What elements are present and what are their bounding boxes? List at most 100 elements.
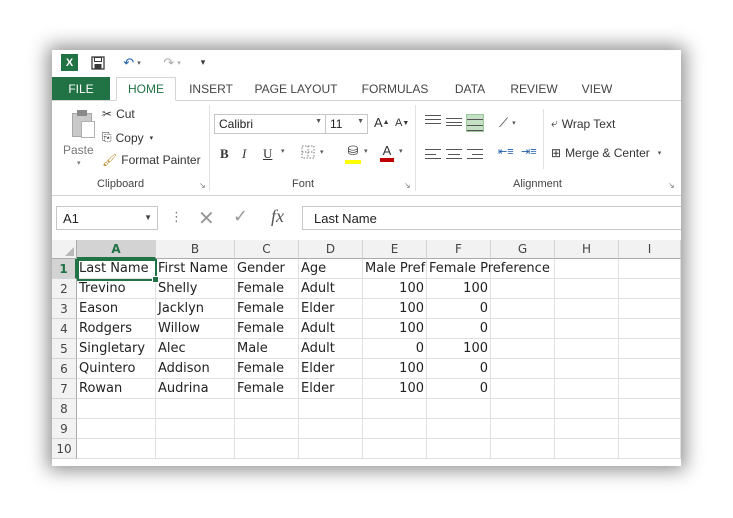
cell-c2[interactable]: Female	[235, 279, 299, 299]
cell-c8[interactable]	[235, 399, 299, 419]
cell-e2[interactable]: 100	[363, 279, 427, 299]
cell-f4[interactable]: 0	[427, 319, 491, 339]
cell-a4[interactable]: Rodgers	[77, 319, 156, 339]
cell-e3[interactable]: 100	[363, 299, 427, 319]
name-box[interactable]: A1 ▼	[56, 206, 158, 230]
align-center-button[interactable]	[446, 149, 462, 159]
cell-b5[interactable]: Alec	[156, 339, 235, 359]
cell-d5[interactable]: Adult	[299, 339, 363, 359]
underline-dropdown-icon[interactable]: ▾	[281, 147, 285, 155]
increase-font-button[interactable]: A ▲	[374, 115, 390, 130]
redo-icon[interactable]: ↷ ▾	[158, 54, 186, 72]
cell-f2[interactable]: 100	[427, 279, 491, 299]
orientation-button[interactable]: ⟋ ▾	[499, 115, 516, 131]
cell-h3[interactable]	[555, 299, 619, 319]
cell-f5[interactable]: 100	[427, 339, 491, 359]
underline-button[interactable]: U	[263, 146, 272, 162]
align-left-button[interactable]	[425, 149, 441, 159]
cell-b3[interactable]: Jacklyn	[156, 299, 235, 319]
cell-c9[interactable]	[235, 419, 299, 439]
column-header-b[interactable]: B	[156, 240, 235, 259]
column-header-f[interactable]: F	[427, 240, 491, 259]
font-size-combo[interactable]: 11 ▼	[325, 114, 368, 134]
cell-g4[interactable]	[491, 319, 555, 339]
wrap-text-button[interactable]: ⤶ Wrap Text	[551, 116, 615, 131]
cell-a7[interactable]: Rowan	[77, 379, 156, 399]
enter-icon[interactable]: ✓	[233, 206, 248, 227]
cell-h7[interactable]	[555, 379, 619, 399]
row-header-6[interactable]: 6	[52, 359, 77, 379]
cell-d10[interactable]	[299, 439, 363, 459]
row-header-10[interactable]: 10	[52, 439, 77, 459]
column-header-h[interactable]: H	[555, 240, 619, 259]
cell-g7[interactable]	[491, 379, 555, 399]
cell-g8[interactable]	[491, 399, 555, 419]
cell-a10[interactable]	[77, 439, 156, 459]
row-header-7[interactable]: 7	[52, 379, 77, 399]
cell-i5[interactable]	[619, 339, 681, 359]
cell-c1[interactable]: Gender	[235, 259, 299, 279]
cell-c7[interactable]: Female	[235, 379, 299, 399]
cell-b10[interactable]	[156, 439, 235, 459]
font-name-combo[interactable]: Calibri ▼	[214, 114, 326, 134]
italic-button[interactable]: I	[242, 146, 246, 162]
cut-button[interactable]: ✂ Cut	[102, 107, 135, 121]
fill-color-button[interactable]: ⛁	[345, 143, 361, 164]
cell-c3[interactable]: Female	[235, 299, 299, 319]
cell-h4[interactable]	[555, 319, 619, 339]
cell-d1[interactable]: Age	[299, 259, 363, 279]
cell-h10[interactable]	[555, 439, 619, 459]
cell-d2[interactable]: Adult	[299, 279, 363, 299]
tab-file[interactable]: FILE	[52, 77, 110, 101]
cell-g2[interactable]	[491, 279, 555, 299]
row-header-3[interactable]: 3	[52, 299, 77, 319]
cell-a8[interactable]	[77, 399, 156, 419]
cell-a5[interactable]: Singletary	[77, 339, 156, 359]
tab-home[interactable]: HOME	[116, 77, 176, 101]
cell-b9[interactable]	[156, 419, 235, 439]
cell-i9[interactable]	[619, 419, 681, 439]
cell-d7[interactable]: Elder	[299, 379, 363, 399]
cell-f1[interactable]: Female Preference	[427, 259, 550, 279]
cell-h1[interactable]	[555, 259, 619, 279]
row-header-8[interactable]: 8	[52, 399, 77, 419]
cell-e9[interactable]	[363, 419, 427, 439]
font-color-dropdown-icon[interactable]: ▾	[399, 147, 403, 155]
column-header-e[interactable]: E	[363, 240, 427, 259]
cell-c6[interactable]: Female	[235, 359, 299, 379]
cell-e6[interactable]: 100	[363, 359, 427, 379]
tab-data[interactable]: DATA	[447, 77, 493, 101]
cell-h6[interactable]	[555, 359, 619, 379]
cell-i2[interactable]	[619, 279, 681, 299]
cell-b8[interactable]	[156, 399, 235, 419]
align-middle-button[interactable]	[446, 118, 462, 126]
cell-b4[interactable]: Willow	[156, 319, 235, 339]
cell-d6[interactable]: Elder	[299, 359, 363, 379]
font-color-button[interactable]: A	[380, 143, 394, 162]
cell-g9[interactable]	[491, 419, 555, 439]
tab-page-layout[interactable]: PAGE LAYOUT	[250, 77, 342, 101]
decrease-indent-button[interactable]: ⇤≡	[498, 145, 514, 158]
cell-e5[interactable]: 0	[363, 339, 427, 359]
cell-h2[interactable]	[555, 279, 619, 299]
cell-b2[interactable]: Shelly	[156, 279, 235, 299]
cell-a6[interactable]: Quintero	[77, 359, 156, 379]
cell-g6[interactable]	[491, 359, 555, 379]
insert-function-icon[interactable]: fx	[271, 206, 284, 227]
cell-g10[interactable]	[491, 439, 555, 459]
cell-i6[interactable]	[619, 359, 681, 379]
spreadsheet-grid[interactable]: ABCDEFGHI 1 2 3 4 5 6 7 8 9 10 Last Name First Nam…	[52, 240, 681, 466]
cell-c10[interactable]	[235, 439, 299, 459]
cell-b7[interactable]: Audrina	[156, 379, 235, 399]
cell-e4[interactable]: 100	[363, 319, 427, 339]
cell-c4[interactable]: Female	[235, 319, 299, 339]
cell-f7[interactable]: 0	[427, 379, 491, 399]
cancel-icon[interactable]: ✕	[198, 206, 215, 230]
cell-f10[interactable]	[427, 439, 491, 459]
cell-i4[interactable]	[619, 319, 681, 339]
cell-b1[interactable]: First Name	[156, 259, 235, 279]
cell-g5[interactable]	[491, 339, 555, 359]
align-top-button[interactable]	[425, 115, 441, 124]
column-header-d[interactable]: D	[299, 240, 363, 259]
row-header-4[interactable]: 4	[52, 319, 77, 339]
